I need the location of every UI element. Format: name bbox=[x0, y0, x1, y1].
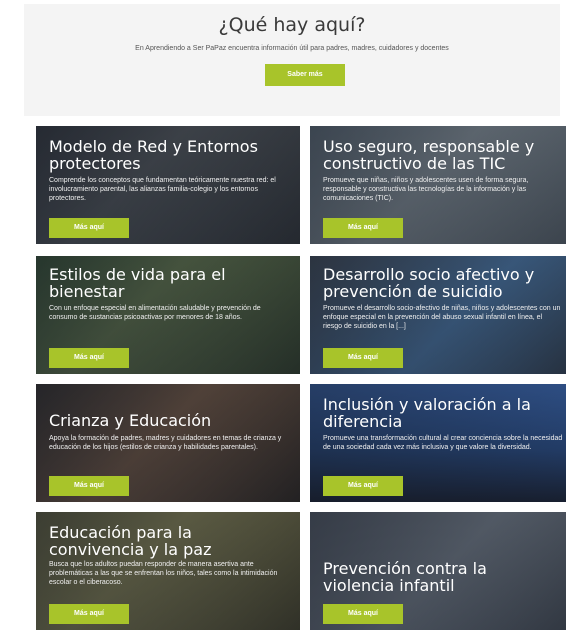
card-inclusion[interactable]: Inclusión y valoración a la diferencia P… bbox=[310, 384, 566, 502]
card-title: Inclusión y valoración a la diferencia bbox=[323, 395, 531, 431]
card-title: Estilos de vida para el bienestar bbox=[49, 265, 226, 301]
more-here-button[interactable]: Más aquí bbox=[323, 604, 403, 624]
more-here-button[interactable]: Más aquí bbox=[49, 476, 129, 496]
card-description: Promueve el desarrollo socio-afectivo de… bbox=[323, 305, 561, 330]
card-prevencion-violencia[interactable]: Prevención contra la violencia infantil … bbox=[310, 512, 566, 630]
card-title: Crianza y Educación bbox=[49, 411, 212, 430]
card-crianza[interactable]: Crianza y Educación Apoya la formación d… bbox=[36, 384, 300, 502]
card-description: Con un enfoque especial en alimentación … bbox=[49, 305, 261, 321]
card-description: Promueve una transformación cultural al … bbox=[323, 435, 563, 451]
more-here-button[interactable]: Más aquí bbox=[323, 218, 403, 238]
card-description: Comprende los conceptos que fundamentan … bbox=[49, 177, 276, 202]
more-here-button[interactable]: Más aquí bbox=[49, 218, 129, 238]
card-title: Prevención contra la violencia infantil bbox=[323, 559, 487, 595]
card-convivencia-paz[interactable]: Educación para la convivencia y la paz B… bbox=[36, 512, 300, 630]
page-subtitle: En Aprendiendo a Ser PaPaz encuentra inf… bbox=[135, 45, 449, 52]
card-title: Educación para la convivencia y la paz bbox=[49, 523, 212, 559]
card-title: Uso seguro, responsable y constructivo d… bbox=[323, 137, 535, 173]
learn-more-button[interactable]: Saber más bbox=[265, 64, 345, 86]
card-title: Modelo de Red y Entornos protectores bbox=[49, 137, 258, 173]
card-socio-afectivo[interactable]: Desarrollo socio afectivo y prevención d… bbox=[310, 256, 566, 374]
card-red-entornos[interactable]: Modelo de Red y Entornos protectores Com… bbox=[36, 126, 300, 244]
card-title: Desarrollo socio afectivo y prevención d… bbox=[323, 265, 535, 301]
card-estilos-vida[interactable]: Estilos de vida para el bienestar Con un… bbox=[36, 256, 300, 374]
more-here-button[interactable]: Más aquí bbox=[323, 348, 403, 368]
page-title: ¿Qué hay aquí? bbox=[218, 14, 366, 36]
more-here-button[interactable]: Más aquí bbox=[49, 348, 129, 368]
card-description: Apoya la formación de padres, madres y c… bbox=[49, 435, 282, 451]
more-here-button[interactable]: Más aquí bbox=[323, 476, 403, 496]
card-description: Busca que los adultos puedan responder d… bbox=[49, 561, 278, 586]
more-here-button[interactable]: Más aquí bbox=[49, 604, 129, 624]
intro-section: ¿Qué hay aquí? En Aprendiendo a Ser PaPa… bbox=[24, 4, 560, 116]
card-uso-tic[interactable]: Uso seguro, responsable y constructivo d… bbox=[310, 126, 566, 244]
card-description: Promueve que niñas, niños y adolescentes… bbox=[323, 177, 529, 202]
